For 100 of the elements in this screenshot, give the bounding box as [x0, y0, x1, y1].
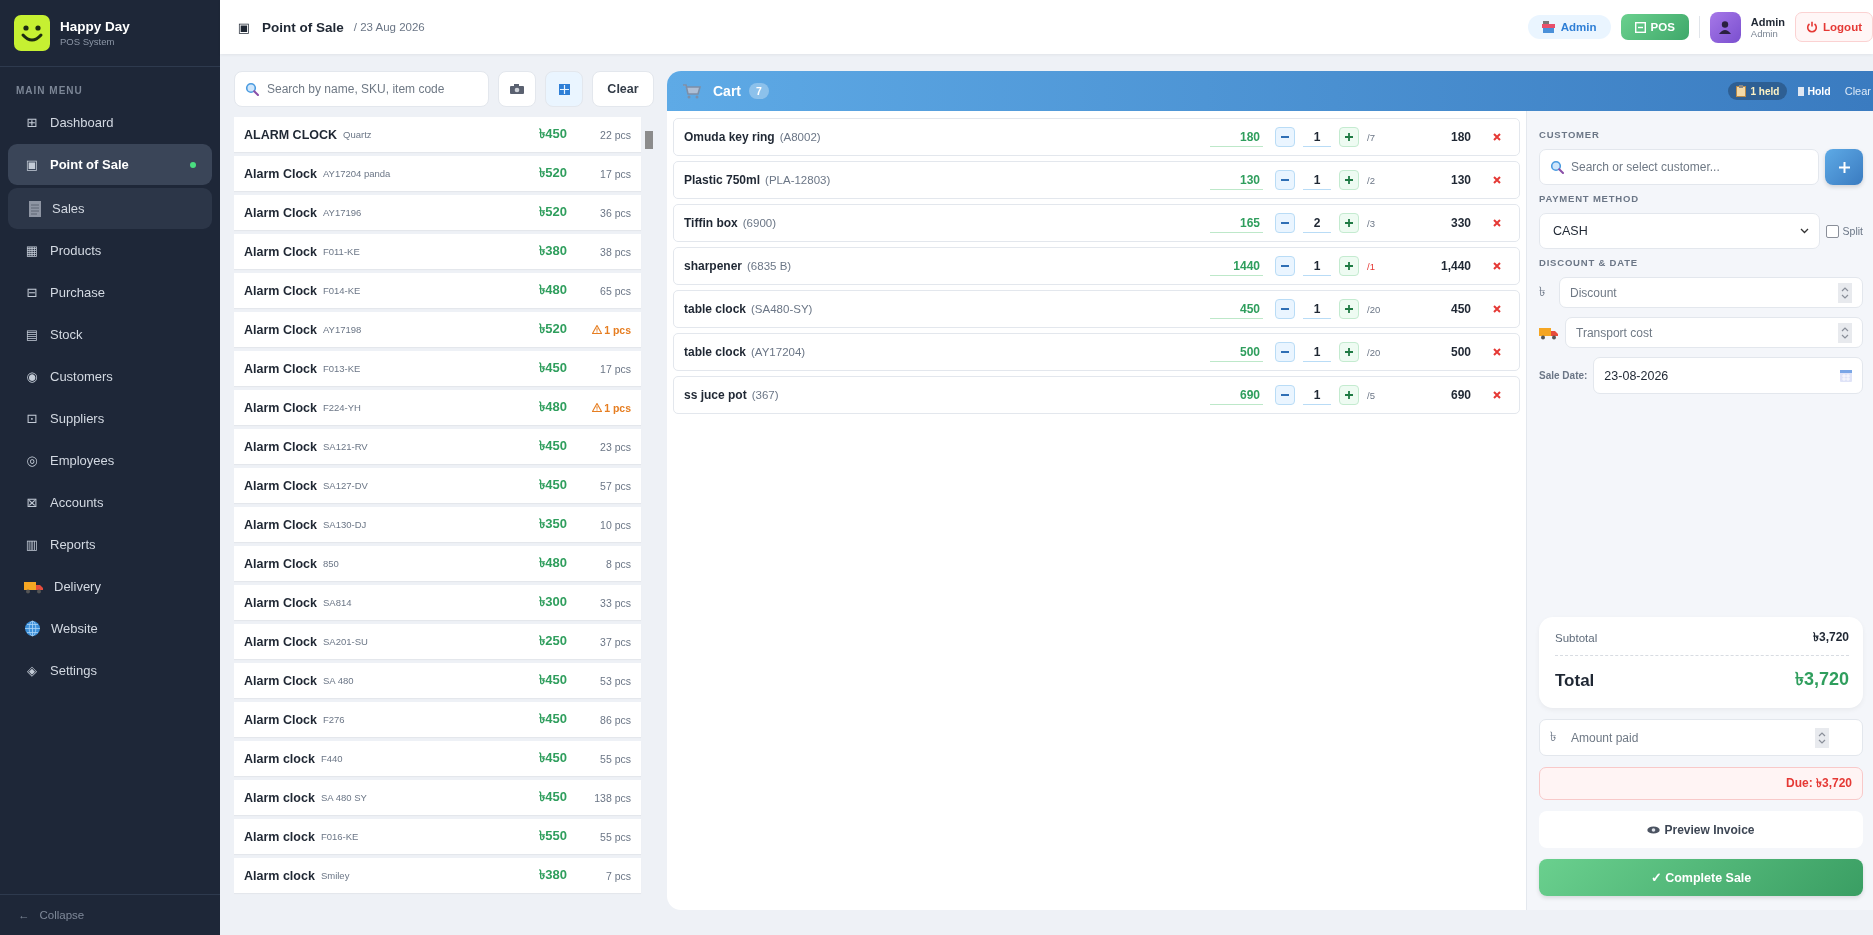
- clear-cart-button[interactable]: Clear: [1841, 85, 1873, 97]
- increase-button[interactable]: [1339, 342, 1359, 362]
- product-row[interactable]: Alarm Clock SA814 ৳300 33 pcs: [234, 585, 641, 620]
- clear-button[interactable]: Clear: [592, 71, 654, 107]
- close-icon: [1493, 391, 1501, 399]
- quantity-field[interactable]: 2: [1303, 213, 1331, 233]
- quantity-field[interactable]: 1: [1303, 127, 1331, 147]
- product-price: ৳550: [538, 827, 567, 845]
- smiley-logo-icon: [14, 15, 50, 51]
- increase-button[interactable]: [1339, 170, 1359, 190]
- product-row[interactable]: Alarm clock F440 ৳450 55 pcs: [234, 741, 641, 776]
- pause-icon: [1798, 86, 1805, 96]
- nav-item[interactable]: ⊡ Suppliers: [8, 398, 212, 439]
- preview-invoice-button[interactable]: Preview Invoice: [1539, 811, 1863, 848]
- product-row[interactable]: Alarm Clock AY17196 ৳520 36 pcs: [234, 195, 641, 230]
- increase-button[interactable]: [1339, 127, 1359, 147]
- product-price: ৳450: [538, 788, 567, 806]
- close-icon: [1493, 176, 1501, 184]
- item-code: (6900): [742, 217, 777, 229]
- split-checkbox[interactable]: [1825, 224, 1839, 238]
- product-row[interactable]: Alarm Clock SA130-DJ ৳350 10 pcs: [234, 507, 641, 542]
- product-row[interactable]: Alarm Clock SA127-DV ৳450 57 pcs: [234, 468, 641, 503]
- decrease-button[interactable]: [1275, 170, 1295, 190]
- avatar[interactable]: [1709, 11, 1741, 43]
- discount-field[interactable]: Discount: [1559, 277, 1863, 308]
- add-customer-button[interactable]: [1825, 149, 1863, 185]
- nav-item[interactable]: ▥ Reports: [8, 524, 212, 565]
- product-code: SA130-DJ: [322, 519, 367, 530]
- product-row[interactable]: Alarm Clock F011-KE ৳380 38 pcs: [234, 234, 641, 269]
- remove-button[interactable]: [1493, 219, 1501, 227]
- item-name: Tiffin box: [684, 216, 738, 230]
- product-row[interactable]: Alarm clock F016-KE ৳550 55 pcs: [234, 819, 641, 854]
- nav-item[interactable]: Website: [8, 608, 212, 649]
- product-row[interactable]: Alarm Clock F014-KE ৳480 65 pcs: [234, 273, 641, 308]
- remove-button[interactable]: [1493, 305, 1501, 313]
- amount-paid-field[interactable]: ৳ Amount paid: [1539, 719, 1863, 756]
- decrease-button[interactable]: [1275, 385, 1295, 405]
- product-row[interactable]: Alarm Clock F013-KE ৳450 17 pcs: [234, 351, 641, 386]
- nav-item[interactable]: Delivery: [8, 566, 212, 607]
- quantity-field[interactable]: 1: [1303, 385, 1331, 405]
- remove-button[interactable]: [1493, 348, 1501, 356]
- nav-item[interactable]: ▤ Stock: [8, 314, 212, 355]
- increase-button[interactable]: [1339, 385, 1359, 405]
- increase-button[interactable]: [1339, 299, 1359, 319]
- quantity-field[interactable]: 1: [1303, 342, 1331, 362]
- nav-item[interactable]: ◉ Customers: [8, 356, 212, 397]
- hold-button[interactable]: Hold: [1795, 85, 1834, 97]
- spinner-icon[interactable]: [1815, 727, 1829, 748]
- product-row[interactable]: Alarm Clock F224-YH ৳480 1 pcs: [234, 390, 641, 425]
- remove-button[interactable]: [1493, 176, 1501, 184]
- quantity-field[interactable]: 1: [1303, 256, 1331, 276]
- nav-item[interactable]: ▦ Products: [8, 230, 212, 271]
- logout-button[interactable]: Logout: [1795, 12, 1873, 42]
- plus-icon: [1345, 348, 1353, 356]
- product-row[interactable]: ALARM CLOCK Quartz ৳450 22 pcs: [234, 117, 641, 152]
- register-icon: [1634, 21, 1646, 33]
- grid-view-button[interactable]: [545, 71, 583, 107]
- product-row[interactable]: Alarm clock Smiley ৳380 7 pcs: [234, 858, 641, 893]
- product-row[interactable]: Alarm Clock AY17204 panda ৳520 17 pcs: [234, 156, 641, 191]
- product-row[interactable]: Alarm Clock SA 480 ৳450 53 pcs: [234, 663, 641, 698]
- quantity-field[interactable]: 1: [1303, 299, 1331, 319]
- decrease-button[interactable]: [1275, 299, 1295, 319]
- remove-button[interactable]: [1493, 262, 1501, 270]
- remove-button[interactable]: [1493, 133, 1501, 141]
- nav-item[interactable]: ⊟ Purchase: [8, 272, 212, 313]
- product-row[interactable]: Alarm Clock F276 ৳450 86 pcs: [234, 702, 641, 737]
- camera-button[interactable]: [498, 71, 536, 107]
- nav-item[interactable]: ⊞ Dashboard: [8, 102, 212, 143]
- decrease-button[interactable]: [1275, 213, 1295, 233]
- admin-button[interactable]: Admin: [1527, 15, 1611, 39]
- nav-item[interactable]: Sales: [8, 188, 212, 229]
- product-row[interactable]: Alarm Clock AY17198 ৳520 1 pcs: [234, 312, 641, 347]
- nav-item[interactable]: ⊠ Accounts: [8, 482, 212, 523]
- nav-item[interactable]: ◈ Settings: [8, 650, 212, 691]
- product-price: ৳380: [538, 866, 567, 884]
- sale-date-field[interactable]: 23-08-2026: [1593, 357, 1863, 394]
- increase-button[interactable]: [1339, 213, 1359, 233]
- product-row[interactable]: Alarm Clock 850 ৳480 8 pcs: [234, 546, 641, 581]
- nav-item[interactable]: ▣ Point of Sale: [8, 144, 212, 185]
- spinner-icon[interactable]: [1838, 282, 1852, 303]
- nav-item[interactable]: ◎ Employees: [8, 440, 212, 481]
- price-field[interactable]: 690: [1210, 385, 1263, 405]
- product-row[interactable]: Alarm clock SA 480 SY ৳450 138 pcs: [234, 780, 641, 815]
- search-field[interactable]: Search by name, SKU, item code: [234, 71, 489, 107]
- decrease-button[interactable]: [1275, 256, 1295, 276]
- product-row[interactable]: Alarm Clock SA201-SU ৳250 37 pcs: [234, 624, 641, 659]
- decrease-button[interactable]: [1275, 127, 1295, 147]
- quantity-field[interactable]: 1: [1303, 170, 1331, 190]
- payment-method-select[interactable]: CASH: [1539, 213, 1820, 249]
- transport-cost-field[interactable]: Transport cost: [1565, 317, 1863, 348]
- increase-button[interactable]: [1339, 256, 1359, 276]
- product-row[interactable]: Alarm Clock SA121-RV ৳450 23 pcs: [234, 429, 641, 464]
- cart-title: Cart: [713, 83, 741, 99]
- decrease-button[interactable]: [1275, 342, 1295, 362]
- customer-search-field[interactable]: Search or select customer...: [1539, 149, 1819, 185]
- held-orders-button[interactable]: 1 held: [1728, 82, 1788, 100]
- spinner-icon[interactable]: [1838, 322, 1852, 343]
- stock-limit: /20: [1367, 303, 1382, 315]
- remove-button[interactable]: [1493, 391, 1501, 399]
- scrollbar[interactable]: [645, 131, 653, 149]
